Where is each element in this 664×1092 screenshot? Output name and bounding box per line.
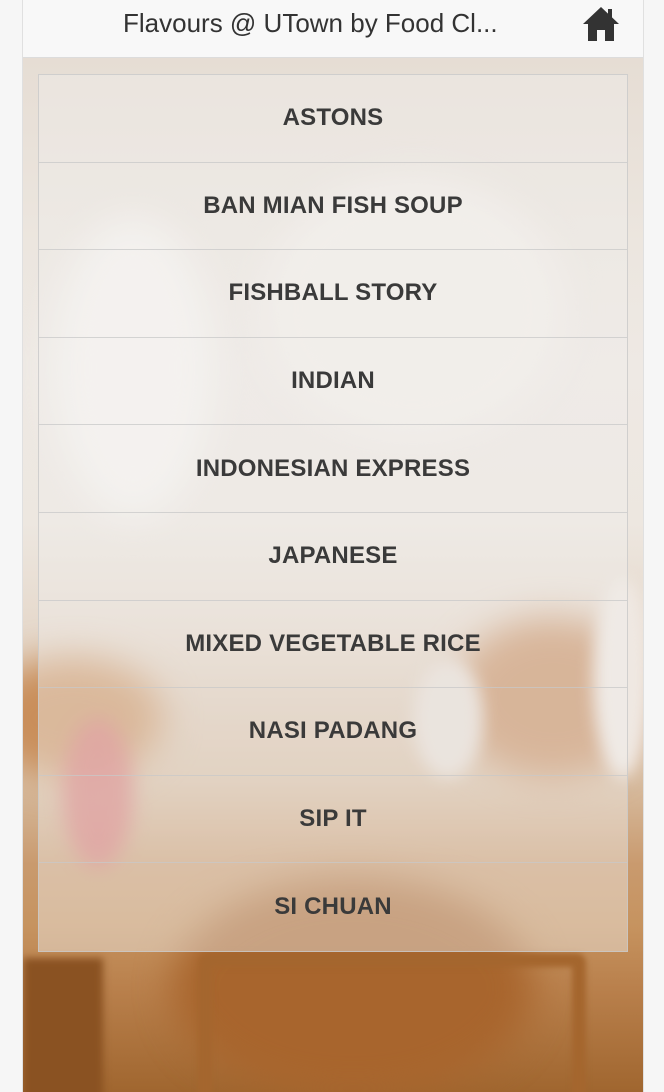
list-item-label: NASI PADANG — [248, 717, 418, 745]
list-item-indonesian-express[interactable]: INDONESIAN EXPRESS — [39, 425, 627, 513]
list-item-fishball-story[interactable]: FISHBALL STORY — [39, 250, 627, 338]
list-item-si-chuan[interactable]: SI CHUAN — [39, 863, 627, 951]
list-item-label: SIP IT — [299, 805, 367, 833]
list-item-label: INDIAN — [291, 367, 375, 395]
list-item-mixed-vegetable-rice[interactable]: MIXED VEGETABLE RICE — [39, 601, 627, 689]
list-item-japanese[interactable]: JAPANESE — [39, 513, 627, 601]
header-bar: Flavours @ UTown by Food Cl... — [23, 0, 643, 58]
home-button[interactable] — [581, 4, 621, 44]
list-item-ban-mian-fish-soup[interactable]: BAN MIAN FISH SOUP — [39, 163, 627, 251]
list-item-label: SI CHUAN — [274, 893, 392, 921]
list-item-sip-it[interactable]: SIP IT — [39, 776, 627, 864]
list-item-nasi-padang[interactable]: NASI PADANG — [39, 688, 627, 776]
list-item-label: INDONESIAN EXPRESS — [195, 454, 471, 482]
app-frame: Flavours @ UTown by Food Cl... ASTONS BA… — [22, 0, 644, 1092]
list-item-label: JAPANESE — [268, 542, 398, 570]
list-item-label: ASTONS — [282, 104, 384, 132]
list-item-label: BAN MIAN FISH SOUP — [203, 191, 463, 219]
page-title: Flavours @ UTown by Food Cl... — [123, 8, 498, 38]
stall-list: ASTONS BAN MIAN FISH SOUP FISHBALL STORY… — [38, 74, 628, 952]
list-item-indian[interactable]: INDIAN — [39, 338, 627, 426]
list-item-astons[interactable]: ASTONS — [39, 75, 627, 163]
list-item-label: MIXED VEGETABLE RICE — [185, 629, 481, 657]
home-icon — [581, 4, 621, 44]
list-item-label: FISHBALL STORY — [228, 279, 438, 307]
